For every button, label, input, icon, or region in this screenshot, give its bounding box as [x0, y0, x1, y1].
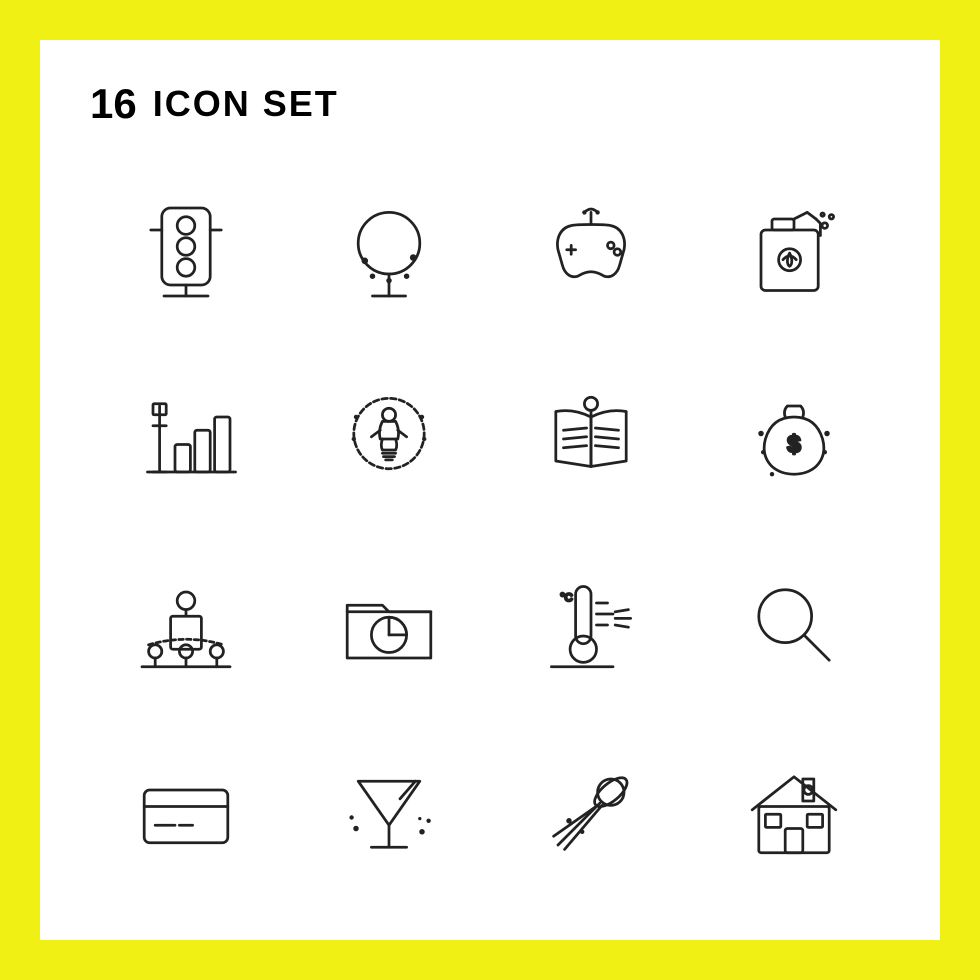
comet-icon	[495, 724, 688, 901]
pie-chart-folder-icon	[293, 537, 486, 714]
main-card: 16 ICON SET	[40, 40, 940, 940]
tree-icon	[293, 164, 486, 341]
icon-set-title: ICON SET	[153, 83, 339, 125]
credit-card-icon	[90, 724, 283, 901]
icon-set-number: 16	[90, 80, 137, 128]
temperature-icon: °C	[495, 537, 688, 714]
money-bag-icon: $	[698, 351, 891, 528]
svg-text:°C: °C	[560, 592, 572, 604]
header: 16 ICON SET	[90, 80, 890, 128]
presentation-icon	[90, 537, 283, 714]
search-icon	[698, 537, 891, 714]
svg-text:$: $	[787, 431, 801, 458]
house-icon	[698, 724, 891, 901]
idea-person-icon	[293, 351, 486, 528]
cocktail-icon	[293, 724, 486, 901]
traffic-light-icon	[90, 164, 283, 341]
fuel-can-icon	[698, 164, 891, 341]
bar-chart-icon	[90, 351, 283, 528]
icons-grid: $	[90, 164, 890, 900]
open-book-icon	[495, 351, 688, 528]
game-controller-icon	[495, 164, 688, 341]
